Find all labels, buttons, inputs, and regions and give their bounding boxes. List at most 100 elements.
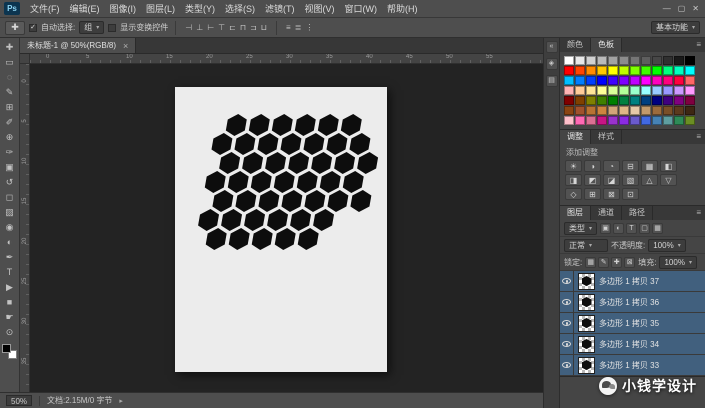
color-swatch[interactable] bbox=[608, 56, 618, 65]
healing-brush-tool[interactable]: ⊕ bbox=[2, 130, 18, 145]
color-swatch[interactable] bbox=[641, 116, 651, 125]
color-swatch[interactable] bbox=[575, 106, 585, 115]
color-swatch[interactable] bbox=[685, 56, 695, 65]
adjustment-icon[interactable]: ◇ bbox=[565, 188, 582, 200]
color-swatch[interactable] bbox=[685, 86, 695, 95]
color-swatch[interactable] bbox=[663, 66, 673, 75]
color-swatch[interactable] bbox=[641, 96, 651, 105]
color-swatch[interactable] bbox=[619, 86, 629, 95]
layer-row[interactable]: 多边形 1 拷贝 33 bbox=[560, 355, 705, 376]
layers-panel-tab[interactable]: 路径 bbox=[622, 206, 653, 220]
foreground-background-colors[interactable] bbox=[2, 344, 17, 359]
close-button[interactable]: ✕ bbox=[692, 0, 699, 18]
color-swatch[interactable] bbox=[652, 116, 662, 125]
pen-tool[interactable]: ✒ bbox=[2, 250, 18, 265]
lock-icon[interactable]: ✚ bbox=[611, 257, 622, 268]
color-swatch[interactable] bbox=[630, 86, 640, 95]
document-tab[interactable]: 未标题-1 @ 50%(RGB/8) × bbox=[20, 38, 136, 53]
adjustment-icon[interactable]: ◪ bbox=[603, 174, 620, 186]
layer-visibility-toggle[interactable] bbox=[560, 271, 574, 291]
distribute-icon[interactable]: ⋮ bbox=[303, 23, 315, 32]
lasso-tool[interactable]: ◌ bbox=[2, 70, 18, 85]
eyedropper-tool[interactable]: ✐ bbox=[2, 115, 18, 130]
color-swatch[interactable] bbox=[630, 66, 640, 75]
color-swatch[interactable] bbox=[619, 76, 629, 85]
color-swatch[interactable] bbox=[674, 66, 684, 75]
color-swatch[interactable] bbox=[586, 86, 596, 95]
layer-filter-icon[interactable]: ◐ bbox=[613, 223, 624, 234]
lock-icon[interactable]: ⊠ bbox=[624, 257, 635, 268]
color-swatch[interactable] bbox=[663, 86, 673, 95]
color-swatch[interactable] bbox=[597, 96, 607, 105]
brush-tool[interactable]: ✑ bbox=[2, 145, 18, 160]
color-swatch[interactable] bbox=[641, 66, 651, 75]
color-swatch[interactable] bbox=[575, 56, 585, 65]
history-brush-tool[interactable]: ↺ bbox=[2, 175, 18, 190]
color-swatch[interactable] bbox=[564, 86, 574, 95]
color-swatch[interactable] bbox=[674, 106, 684, 115]
color-swatch[interactable] bbox=[597, 76, 607, 85]
collapsed-panel-button-2[interactable]: ▤ bbox=[546, 75, 558, 87]
zoom-tool[interactable]: ⊙ bbox=[2, 325, 18, 340]
color-swatch[interactable] bbox=[608, 116, 618, 125]
layer-filter-icon[interactable]: ▣ bbox=[600, 223, 611, 234]
lock-icon[interactable]: ✎ bbox=[598, 257, 609, 268]
layer-row[interactable]: 多边形 1 拷贝 34 bbox=[560, 334, 705, 355]
menu-item[interactable]: 帮助(H) bbox=[382, 0, 423, 18]
layer-thumbnail[interactable] bbox=[578, 315, 595, 332]
color-swatch[interactable] bbox=[597, 106, 607, 115]
align-icon[interactable]: ⊐ bbox=[248, 23, 259, 32]
layers-panel-tab[interactable]: 通道 bbox=[591, 206, 622, 220]
menu-item[interactable]: 窗口(W) bbox=[340, 0, 383, 18]
adjustment-icon[interactable]: △ bbox=[641, 174, 658, 186]
menu-item[interactable]: 选择(S) bbox=[220, 0, 260, 18]
canvas-viewport[interactable] bbox=[30, 64, 543, 392]
auto-select-checkbox[interactable]: ✓ bbox=[29, 24, 37, 32]
marquee-tool[interactable]: ▭ bbox=[2, 55, 18, 70]
swatches-panel-tab[interactable]: 色板 bbox=[591, 38, 622, 52]
color-swatch[interactable] bbox=[564, 96, 574, 105]
menu-item[interactable]: 视图(V) bbox=[300, 0, 340, 18]
layer-visibility-toggle[interactable] bbox=[560, 334, 574, 354]
layer-thumbnail[interactable] bbox=[578, 294, 595, 311]
color-swatch[interactable] bbox=[674, 56, 684, 65]
color-swatch[interactable] bbox=[630, 56, 640, 65]
layer-thumbnail[interactable] bbox=[578, 273, 595, 290]
fill-dropdown[interactable]: 100% ▾ bbox=[659, 256, 696, 269]
color-swatch[interactable] bbox=[608, 66, 618, 75]
layer-thumbnail[interactable] bbox=[578, 357, 595, 374]
layer-row[interactable]: 多边形 1 拷贝 36 bbox=[560, 292, 705, 313]
color-swatch[interactable] bbox=[575, 66, 585, 75]
adjustment-icon[interactable]: ◨ bbox=[565, 174, 582, 186]
color-swatch[interactable] bbox=[597, 116, 607, 125]
layer-filter-icon[interactable]: T bbox=[626, 223, 637, 234]
color-swatch[interactable] bbox=[630, 106, 640, 115]
distribute-icon[interactable]: ≣ bbox=[293, 23, 304, 32]
shape-tool[interactable]: ■ bbox=[2, 295, 18, 310]
zoom-level-field[interactable]: 50% bbox=[6, 395, 32, 406]
layer-visibility-toggle[interactable] bbox=[560, 292, 574, 312]
path-select-tool[interactable]: ▶ bbox=[2, 280, 18, 295]
panel-menu-icon[interactable]: ≡ bbox=[692, 130, 705, 144]
eraser-tool[interactable]: ◻ bbox=[2, 190, 18, 205]
collapse-dock-button[interactable]: « bbox=[546, 41, 558, 53]
color-swatch[interactable] bbox=[564, 76, 574, 85]
color-swatch[interactable] bbox=[652, 76, 662, 85]
layer-thumbnail[interactable] bbox=[578, 336, 595, 353]
move-tool[interactable]: ✚ bbox=[2, 40, 18, 55]
menu-item[interactable]: 文件(F) bbox=[25, 0, 65, 18]
color-swatch[interactable] bbox=[641, 106, 651, 115]
color-swatch[interactable] bbox=[641, 86, 651, 95]
collapsed-panel-button-1[interactable]: ◈ bbox=[546, 58, 558, 70]
color-swatch[interactable] bbox=[608, 86, 618, 95]
layer-row[interactable]: 多边形 1 拷贝 37 bbox=[560, 271, 705, 292]
color-swatch[interactable] bbox=[564, 56, 574, 65]
align-icon[interactable]: ⊓ bbox=[238, 23, 248, 32]
gradient-tool[interactable]: ▨ bbox=[2, 205, 18, 220]
workspace-switcher[interactable]: 基本功能 ▾ bbox=[651, 21, 700, 34]
adjustment-icon[interactable]: ⊠ bbox=[603, 188, 620, 200]
color-swatch[interactable] bbox=[586, 66, 596, 75]
color-swatch[interactable] bbox=[674, 76, 684, 85]
ruler-origin-corner[interactable] bbox=[20, 54, 30, 64]
current-tool-icon[interactable]: ✚ bbox=[5, 21, 25, 35]
